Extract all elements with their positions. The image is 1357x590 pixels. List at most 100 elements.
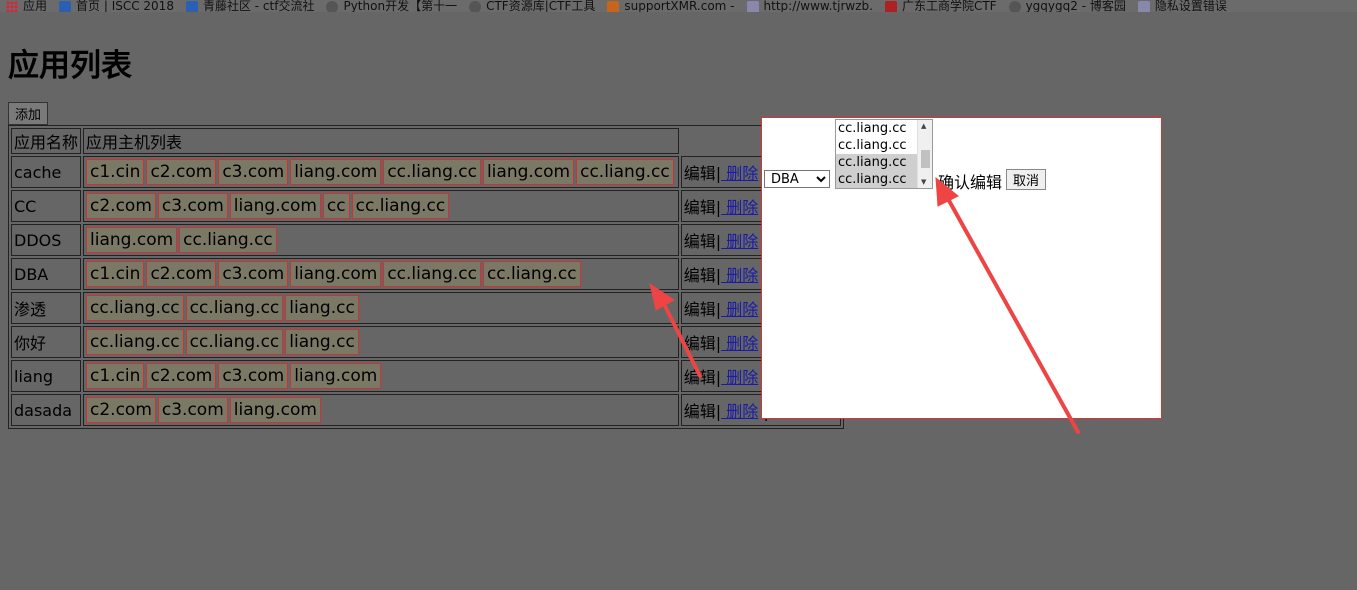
app-name-cell: 渗透 xyxy=(11,292,82,324)
confirm-edit-link[interactable]: 确认编辑 xyxy=(938,169,1002,193)
host-list-cell: cc.liang.cc cc.liang.cc liang.cc xyxy=(83,292,679,324)
host-list-cell: c1.cin c2.com c3.com liang.com cc.liang.cc li… xyxy=(83,156,679,188)
bookmark-label: Python开发【第十一 xyxy=(343,0,458,12)
bookmark-label: 应用 xyxy=(23,0,48,12)
bookmark-item[interactable]: 广东工商学院CTF xyxy=(879,0,1003,12)
host-chip: c2.com xyxy=(86,397,156,423)
bookmark-item[interactable]: 应用 xyxy=(0,0,53,12)
host-list-cell: c1.cin c2.com c3.com liang.com cc.liang.cc cc… xyxy=(83,258,679,290)
delete-link[interactable]: 删除 xyxy=(721,164,758,183)
app-select[interactable]: DBA xyxy=(764,170,830,188)
host-chip: cc.liang.cc xyxy=(86,329,184,355)
bookmark-item[interactable]: supportXMR.com - xyxy=(601,0,740,12)
host-chip: cc.liang.cc xyxy=(383,159,481,185)
delete-link[interactable]: 删除 xyxy=(721,334,758,353)
settings-icon xyxy=(1137,0,1150,12)
host-chip: c3.com xyxy=(218,261,289,287)
delete-link[interactable]: 删除 xyxy=(721,232,758,251)
edit-link[interactable]: 编辑 xyxy=(684,402,716,421)
host-chip: c3.com xyxy=(218,159,289,185)
host-chip: cc.liang.cc xyxy=(185,329,284,355)
ctf-icon xyxy=(884,0,897,12)
bookmark-label: http://www.tjrwzb. xyxy=(763,0,873,12)
delete-link[interactable]: 删除 xyxy=(721,266,758,285)
table-row: 你好cc.liang.cccc.liang.ccliang.cc编辑| 删除 |… xyxy=(11,326,841,358)
delete-link[interactable]: 删除 xyxy=(721,300,758,319)
app-name-cell: CC xyxy=(11,190,82,222)
table-row: CC c2.com c3.com liang.com cc cc.liang.cc 编辑| … xyxy=(11,190,841,222)
scroll-thumb[interactable] xyxy=(921,150,930,168)
delete-link[interactable]: 删除 xyxy=(721,198,758,217)
edit-link[interactable]: 编辑 xyxy=(684,232,716,251)
blog-icon xyxy=(1008,0,1021,12)
cancel-button[interactable]: 取消 xyxy=(1006,169,1047,190)
host-chip: liang.com xyxy=(290,159,382,185)
app-name-cell: cache xyxy=(11,156,82,188)
host-chip: c2.com xyxy=(146,261,217,287)
edit-link[interactable]: 编辑 xyxy=(684,198,716,217)
host-chip: c1.cin xyxy=(86,159,145,185)
bookmark-item[interactable]: 青藤社区 - ctf交流社 xyxy=(180,0,321,12)
host-chip: cc.liang.cc xyxy=(383,261,481,287)
bookmark-item[interactable]: http://www.tjrwzb. xyxy=(741,0,879,12)
host-chip: liang.com xyxy=(229,193,321,219)
app-name-cell: 你好 xyxy=(11,326,82,358)
header-app-name: 应用名称 xyxy=(11,128,82,154)
edit-link[interactable]: 编辑 xyxy=(684,334,716,353)
scroll-down-icon[interactable]: ▼ xyxy=(921,178,926,186)
host-chip: cc.liang.cc xyxy=(86,295,184,321)
table-row: 渗透cc.liang.cccc.liang.ccliang.cc编辑| 删除 |… xyxy=(11,292,841,324)
host-chip: cc.liang.cc xyxy=(351,193,450,219)
host-chip: liang.cc xyxy=(285,329,359,355)
host-chip: c1.cin xyxy=(86,261,145,287)
bookmark-item[interactable]: 首页 | ISCC 2018 xyxy=(53,0,180,12)
host-chip: liang.com xyxy=(290,261,382,287)
host-list-cell: cc.liang.cc cc.liang.cc liang.cc xyxy=(83,326,679,358)
bookmark-label: 隐私设置错误 xyxy=(1154,0,1227,12)
host-option[interactable]: cc.liang.cc xyxy=(836,154,919,171)
delete-link[interactable]: 删除 xyxy=(721,368,758,387)
add-button[interactable]: 添加 xyxy=(8,102,49,125)
edit-link[interactable]: 编辑 xyxy=(684,164,716,183)
host-chip: cc xyxy=(322,193,350,219)
host-option[interactable]: cc.liang.cc xyxy=(836,137,919,154)
bookmark-item[interactable]: ygqygq2 - 博客园 xyxy=(1003,0,1132,12)
edit-link[interactable]: 编辑 xyxy=(684,368,716,387)
facebook-icon xyxy=(185,0,198,12)
bookmark-label: 青藤社区 - ctf交流社 xyxy=(202,0,315,12)
scroll-up-icon[interactable]: ▲ xyxy=(921,122,926,130)
listbox-scrollbar[interactable]: ▲ ▼ xyxy=(917,120,932,188)
app-name-cell: dasada xyxy=(11,394,82,426)
bookmark-item[interactable]: CTF资源库|CTF工具 xyxy=(463,0,601,12)
host-chip: c2.com xyxy=(146,159,217,185)
host-chip: c3.com xyxy=(218,363,289,389)
edit-modal: DBA cc.liang.cc cc.liang.cc cc.liang.cc cc.… xyxy=(761,117,1162,419)
host-chip: liang.com xyxy=(290,363,382,389)
host-listbox[interactable]: cc.liang.cc cc.liang.cc cc.liang.cc cc.lian… xyxy=(835,119,933,189)
web-icon xyxy=(746,0,759,12)
bookmark-label: 首页 | ISCC 2018 xyxy=(76,0,174,12)
app-table: 应用名称 应用主机列表 cache c1.cin c2.com c3.com liang… xyxy=(8,125,844,429)
app-name-cell: DBA xyxy=(11,258,82,290)
avatar-icon xyxy=(469,0,482,12)
host-list-cell: c2.com c3.com liang.com cc cc.liang.cc xyxy=(83,190,679,222)
header-host-list: 应用主机列表 xyxy=(83,128,679,154)
bookmarks-bar: 应用 首页 | ISCC 2018 青藤社区 - ctf交流社 Python开发【第十… xyxy=(0,0,1357,12)
bookmark-item[interactable]: 隐私设置错误 xyxy=(1132,0,1233,12)
bookmark-item[interactable]: Python开发【第十一 xyxy=(320,0,463,12)
python-icon xyxy=(326,0,339,12)
host-chip: liang.com xyxy=(482,159,575,185)
edit-link[interactable]: 编辑 xyxy=(684,266,716,285)
host-option[interactable]: cc.liang.cc xyxy=(836,171,919,188)
edit-link[interactable]: 编辑 xyxy=(684,300,716,319)
page-icon xyxy=(59,0,72,12)
host-list-cell: c1.cin c2.com c3.com liang.com xyxy=(83,360,679,392)
host-option[interactable]: cc.liang.cc xyxy=(836,120,919,137)
table-row: DBA c1.cin c2.com c3.com liang.com cc.liang.c… xyxy=(11,258,841,290)
host-chip: c2.com xyxy=(146,363,217,389)
table-row: cache c1.cin c2.com c3.com liang.com cc.liang… xyxy=(11,156,841,188)
bookmark-label: CTF资源库|CTF工具 xyxy=(486,0,596,12)
delete-link[interactable]: 删除 xyxy=(721,402,758,421)
bookmark-label: ygqygq2 - 博客园 xyxy=(1025,0,1126,12)
table-row: dasadac2.comc3.comliang.com编辑| 删除 | 查看详情 xyxy=(11,394,841,426)
